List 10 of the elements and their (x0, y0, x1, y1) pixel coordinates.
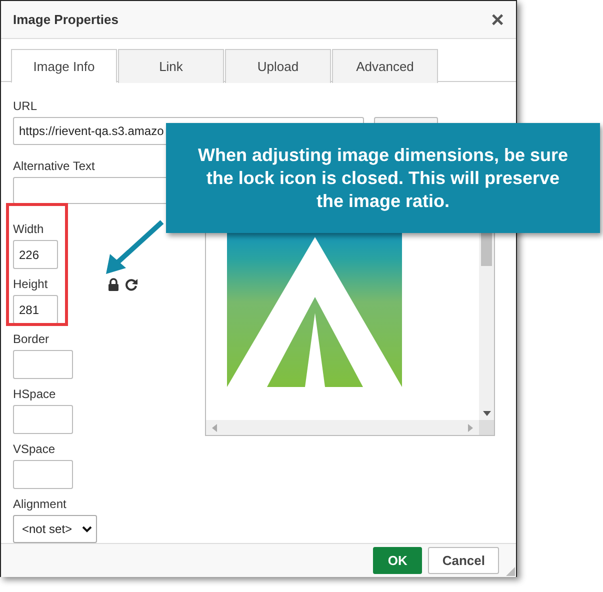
field-label: Alternative Text (13, 159, 96, 173)
field-label: Width (13, 222, 45, 236)
field-label: Alignment (13, 497, 68, 511)
field-label: VSpace (13, 442, 56, 456)
field-label: URL (13, 99, 38, 113)
callout-tooltip: When adjusting image dimensions, be sure the lock icon is closed. This will preserve the image ratio. (166, 123, 600, 233)
field-label: Height (13, 277, 49, 291)
field-label: Border (13, 332, 50, 346)
dialog-title: Image Properties (13, 12, 118, 27)
field-label: HSpace (13, 387, 57, 401)
